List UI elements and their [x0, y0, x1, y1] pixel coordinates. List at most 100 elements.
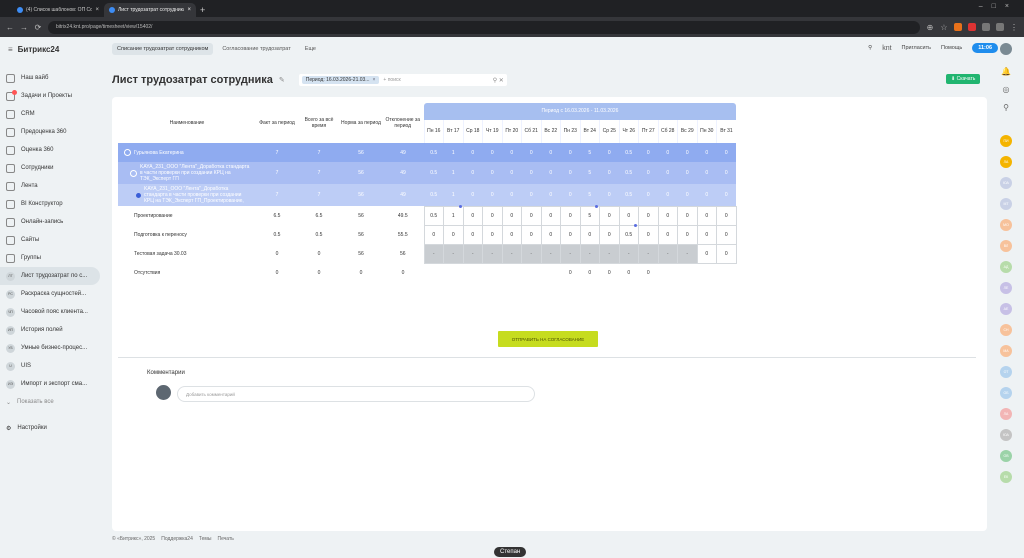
day-cell[interactable]: 0 — [501, 224, 522, 245]
menu-dots-icon[interactable]: ⋮ — [1010, 23, 1018, 32]
colleague-avatar[interactable]: ЮА — [1000, 177, 1012, 189]
comment-marker-icon[interactable] — [595, 204, 598, 208]
day-cell[interactable]: 0 — [521, 205, 542, 226]
sidebar-settings[interactable]: ⚙ Настройки — [0, 419, 100, 437]
sidebar-item-import[interactable]: ИЭ Импорт и экспорт сма... — [0, 375, 100, 393]
day-cell[interactable]: 0 — [677, 224, 698, 245]
day-cell[interactable]: 0 — [716, 243, 737, 264]
colleague-avatar[interactable]: ЛЕ — [1000, 282, 1012, 294]
colleague-avatar[interactable]: ЛА — [1000, 156, 1012, 168]
sidebar-item-pre-eval[interactable]: Предоценка 360 — [0, 123, 100, 141]
day-cell[interactable]: 0 — [599, 205, 620, 226]
extension-icon[interactable] — [968, 23, 976, 31]
close-icon[interactable]: × — [372, 77, 375, 83]
forward-icon[interactable]: → — [20, 23, 28, 32]
sidebar-item-vibe[interactable]: Наш вайб — [0, 69, 100, 87]
profile-avatar[interactable] — [1000, 43, 1012, 55]
table-row[interactable]: Тестовая задача 30.03 0 0 56 56- - - - - - - - - - - - -… — [118, 243, 737, 264]
day-cell[interactable]: 1 — [443, 204, 464, 226]
day-cell[interactable]: 0 — [657, 224, 678, 245]
sidebar-item-employees[interactable]: Сотрудники — [0, 159, 100, 177]
edit-pencil-icon[interactable]: ✎ — [279, 76, 285, 84]
day-cell[interactable]: 0 — [540, 205, 561, 226]
search-input[interactable]: + поиск — [383, 77, 400, 83]
colleague-avatar[interactable]: АЕ — [1000, 303, 1012, 315]
table-row[interactable]: KAYA_231_ООО "Лента"_Доработка стандарта… — [118, 162, 736, 184]
zoom-icon[interactable]: ⊕ — [926, 23, 934, 32]
extensions-icon[interactable] — [982, 23, 990, 31]
search-clear-icons[interactable]: ⚲ ✕ — [493, 77, 504, 84]
print-link[interactable]: Печать — [217, 536, 233, 542]
send-for-approval-button[interactable]: ОТПРАВИТЬ НА СОГЛАСОВАНИЕ — [498, 331, 598, 347]
browser-tab[interactable]: (4) Список шаблонов: ОП Со... × — [12, 3, 104, 17]
search-icon[interactable]: ⚲ — [868, 45, 872, 51]
export-button[interactable]: ⬇ Скачать — [946, 74, 981, 84]
expand-toggle-icon[interactable] — [136, 192, 141, 198]
url-field[interactable]: bitrix24.knt.pro/page/timesheet/view/154… — [48, 20, 920, 34]
colleague-avatar[interactable]: ЮА — [1000, 429, 1012, 441]
reload-icon[interactable]: ⟳ — [34, 23, 42, 32]
day-cell[interactable]: 0 — [677, 205, 698, 226]
day-cell[interactable]: 5 — [579, 204, 600, 226]
profile-icon[interactable] — [996, 23, 1004, 31]
day-cell[interactable]: 0 — [618, 205, 639, 226]
day-cell[interactable]: 0 — [423, 224, 444, 245]
logo[interactable]: ≡ Битрикс24 — [8, 45, 59, 54]
themes-link[interactable]: Темы — [199, 536, 212, 542]
sidebar-show-all[interactable]: ⌄ Показать все — [0, 393, 100, 411]
extension-icon[interactable] — [954, 23, 962, 31]
sidebar-item-bi[interactable]: BI Конструктор — [0, 195, 100, 213]
expand-toggle-icon[interactable] — [124, 149, 131, 156]
table-row[interactable]: Отсутствия 0 0 0 0 0 0 0 0 0 — [118, 263, 736, 282]
day-cell[interactable]: 0 — [501, 205, 522, 226]
chat-icon[interactable]: ◎ — [1000, 83, 1012, 95]
search-icon[interactable]: ⚲ — [1000, 101, 1012, 113]
sidebar-item-feed[interactable]: Лента — [0, 177, 100, 195]
close-tab-icon[interactable]: × — [187, 7, 191, 13]
colleague-avatar[interactable]: МО — [1000, 219, 1012, 231]
day-cell[interactable]: 0.5 — [618, 223, 639, 245]
invite-button[interactable]: Пригласить — [902, 45, 931, 51]
colleague-avatar[interactable]: ОВ — [1000, 450, 1012, 462]
tab-approval[interactable]: Согласование трудозатрат — [217, 43, 295, 55]
colleague-avatar[interactable]: АД — [1000, 261, 1012, 273]
filter-chip[interactable]: Период: 16.03.2026-21.03... × — [301, 76, 380, 84]
sidebar-item-groups[interactable]: Группы — [0, 249, 100, 267]
day-cell[interactable]: 0.5 — [423, 205, 444, 226]
day-cell[interactable]: 0 — [716, 205, 737, 226]
day-cell[interactable]: 0 — [657, 205, 678, 226]
day-cell[interactable]: 0 — [521, 224, 542, 245]
colleague-avatar[interactable]: ОБ — [1000, 387, 1012, 399]
day-cell[interactable]: 0 — [696, 224, 717, 245]
comment-marker-icon[interactable] — [634, 223, 637, 227]
browser-tab-active[interactable]: Лист трудозатрат сотрудника × — [104, 3, 196, 17]
day-cell[interactable]: 0 — [462, 224, 483, 245]
day-cell[interactable]: 0 — [462, 205, 483, 226]
colleague-avatar[interactable]: МА — [1000, 345, 1012, 357]
day-cell[interactable]: 0 — [716, 224, 737, 245]
knt-label[interactable]: knt — [882, 45, 891, 52]
table-row[interactable]: Проектирование 6.5 6.5 56 49.5 0.5 1 0 0 0 0 0 0 5 0 0 0… — [118, 204, 737, 226]
expand-toggle-icon[interactable] — [130, 169, 137, 177]
colleague-avatar[interactable]: МТ — [1000, 198, 1012, 210]
day-cell[interactable]: 0 — [482, 224, 503, 245]
day-cell[interactable]: 0 — [599, 224, 620, 245]
sidebar-item-crm[interactable]: CRM — [0, 105, 100, 123]
back-icon[interactable]: ← — [6, 23, 14, 32]
day-cell[interactable]: 0 — [638, 224, 659, 245]
tab-write-off[interactable]: Списание трудозатрат сотрудником — [112, 43, 214, 55]
support-link[interactable]: Поддержка24 — [161, 536, 193, 542]
colleague-avatar[interactable]: ВЛ — [1000, 240, 1012, 252]
sidebar-item-sites[interactable]: Сайты — [0, 231, 100, 249]
bell-icon[interactable]: 🔔 — [1000, 65, 1012, 77]
sidebar-item-timezone[interactable]: ЧП Часовой пояс клиента... — [0, 303, 100, 321]
day-cell[interactable]: 0 — [560, 205, 581, 226]
day-cell[interactable]: 0 — [579, 224, 600, 245]
menu-icon[interactable]: ≡ — [8, 45, 13, 54]
table-row[interactable]: Подготовка к переносу 0.5 0.5 56 55.5 0 0 0 0 0 0 0… — [118, 223, 737, 245]
sidebar-item-bizproc[interactable]: УБ Умные бизнес-процес... — [0, 339, 100, 357]
colleague-avatar[interactable]: ЕК — [1000, 471, 1012, 483]
day-cell[interactable]: 0 — [638, 205, 659, 226]
filter-search-box[interactable]: Период: 16.03.2026-21.03... × + поиск ⚲ ✕ — [298, 74, 507, 86]
help-button[interactable]: Помощь — [941, 45, 962, 51]
